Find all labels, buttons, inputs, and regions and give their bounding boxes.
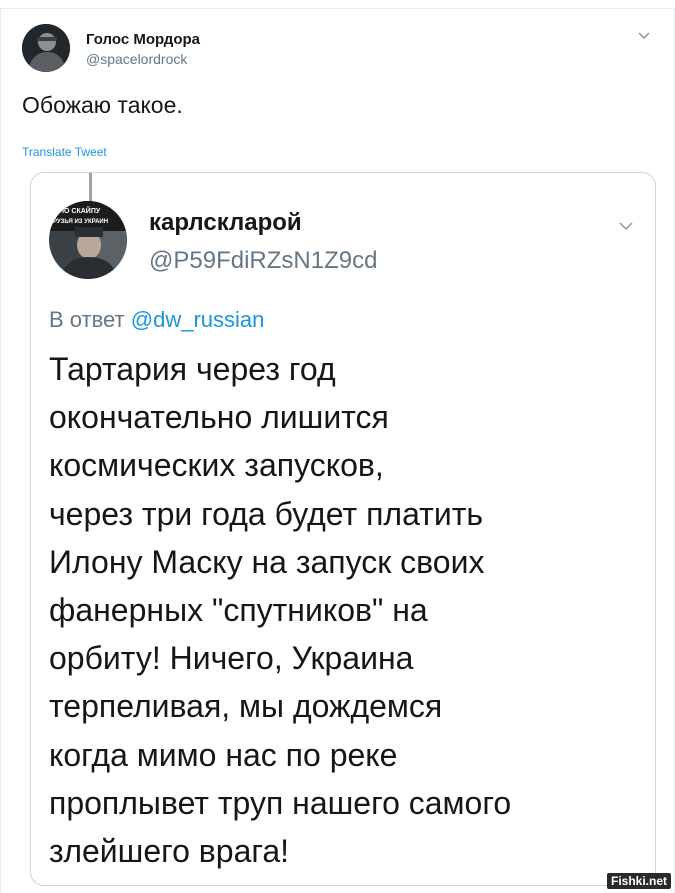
reply-mention-link[interactable]: @dw_russian (131, 307, 265, 332)
text-line: терпеливая, мы дождемся (49, 688, 443, 725)
text-line: когда мимо нас по реке (49, 736, 398, 773)
quoted-author-handle[interactable]: @P59FdiRZsN1Z9cd (149, 247, 377, 275)
text-line: проплывет труп нашего самого (49, 784, 512, 821)
chevron-down-icon[interactable] (637, 28, 651, 42)
text-line: злейшего врага! (49, 833, 290, 870)
text-line: через три года будет платить (49, 495, 484, 532)
quoted-author-avatar[interactable]: ПО СКАЙПУ РУЗЬЯ ИЗ УКРАИН (49, 201, 127, 279)
reply-context: В ответ @dw_russian (49, 307, 264, 333)
card-top-border (0, 8, 675, 9)
quoted-author-name[interactable]: карлскларой (149, 209, 302, 237)
thread-connector-line (89, 173, 92, 203)
card-left-border (0, 8, 1, 893)
text-line: фанерных "спутников" на (49, 592, 428, 629)
text-line: Илону Маску на запуск своих (49, 543, 485, 580)
watermark: Fishki.net (606, 873, 671, 889)
author-name[interactable]: Голос Мордора (86, 31, 200, 48)
avatar-caption-1: ПО СКАЙПУ (59, 206, 101, 215)
text-line: орбиту! Ничего, Украина (49, 640, 414, 677)
author-handle[interactable]: @spacelordrock (86, 51, 187, 67)
tweet-text: Обожаю такое. (22, 92, 183, 118)
chevron-down-icon[interactable] (617, 217, 635, 235)
author-avatar[interactable] (22, 24, 70, 72)
quoted-tweet[interactable]: ПО СКАЙПУ РУЗЬЯ ИЗ УКРАИН карлскларой @P… (30, 172, 656, 886)
quoted-tweet-text: Тартария через год окончательно лишится … (49, 345, 649, 875)
text-line: Тартария через год (49, 351, 336, 387)
reply-prefix: В ответ (49, 307, 125, 332)
text-line: окончательно лишится (49, 399, 389, 436)
avatar-caption-2: РУЗЬЯ ИЗ УКРАИН (53, 219, 108, 225)
text-line: космических запусков, (49, 447, 384, 484)
translate-tweet-link[interactable]: Translate Tweet (22, 145, 107, 159)
